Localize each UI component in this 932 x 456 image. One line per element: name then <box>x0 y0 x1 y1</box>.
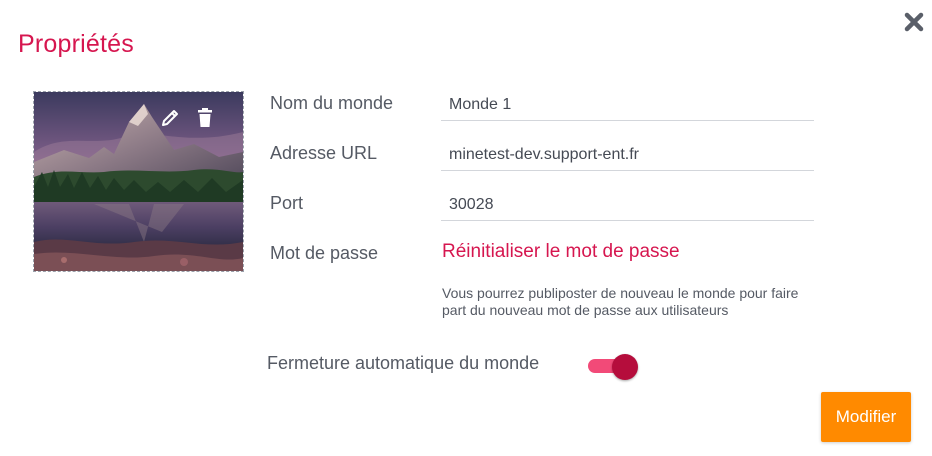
auto-close-toggle[interactable] <box>588 352 640 380</box>
port-input[interactable] <box>441 189 814 221</box>
trash-icon <box>198 108 212 127</box>
edit-image-button[interactable] <box>158 106 182 130</box>
pencil-icon <box>162 110 178 126</box>
url-label: Adresse URL <box>270 143 378 163</box>
world-name-input[interactable] <box>441 89 814 121</box>
close-button[interactable] <box>900 8 928 36</box>
dialog-title: Propriétés <box>18 30 134 58</box>
port-label: Port <box>270 193 304 213</box>
delete-image-button[interactable] <box>193 106 217 130</box>
modify-button[interactable]: Modifier <box>821 392 911 442</box>
toggle-knob <box>612 354 638 380</box>
properties-dialog: Propriétés Nom du monde Monde 1 Adresse … <box>0 0 932 456</box>
world-name-label: Nom du monde <box>270 93 394 113</box>
auto-close-label: Fermeture automatique du monde <box>267 353 540 373</box>
close-x-icon <box>904 12 924 32</box>
url-input[interactable] <box>441 139 814 171</box>
password-help-text: Vous pourrez publiposter de nouveau le m… <box>442 285 799 318</box>
password-label: Mot de passe <box>270 243 379 263</box>
world-image <box>33 91 244 272</box>
reset-password-link[interactable]: Réinitialiser le mot de passe <box>442 241 680 263</box>
